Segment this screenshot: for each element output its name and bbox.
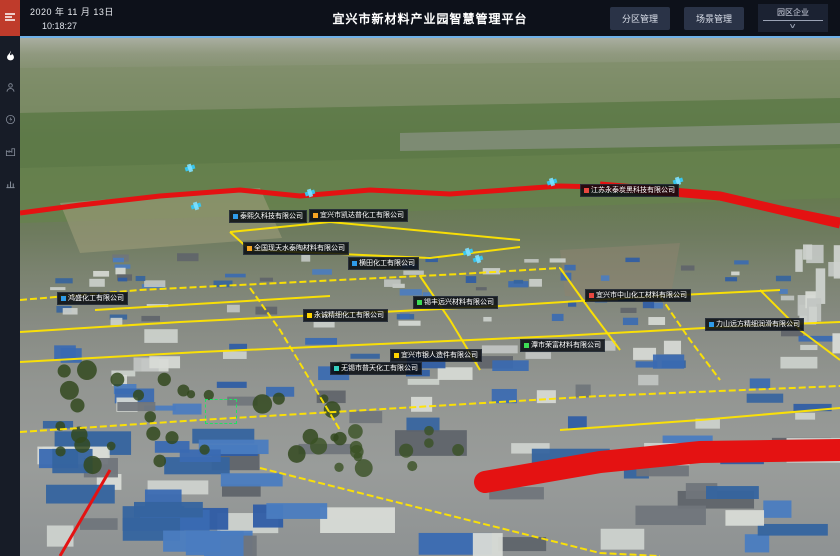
person-icon [5,82,16,93]
top-bar: 2020 年 11 月 13日 10:18:27 宜兴市新材料产业园智慧管理平台… [20,0,840,36]
enterprise-label[interactable]: 宜兴市银人造件有限公司 [390,349,482,362]
sidebar-item-fire[interactable] [0,42,20,68]
enterprise-marker-icon [709,322,714,327]
enterprise-marker-icon [313,213,318,218]
enterprise-marker-icon [417,300,422,305]
enterprise-label-text: 泰熙久科技有限公司 [240,211,303,222]
enterprise-label-text: 宜兴市凯达普化工有限公司 [320,210,404,221]
enterprise-label-text: 力山远方精细润滑有限公司 [716,319,800,330]
current-time: 10:18:27 [42,21,150,31]
current-date: 2020 年 11 月 13日 [30,5,150,18]
enterprise-label-text: 锡丰远兴材料有限公司 [424,297,494,308]
chart-icon [5,178,16,189]
sidebar-item-person[interactable] [0,74,20,100]
hamburger-icon [4,13,16,23]
enterprise-label[interactable]: 锡丰远兴材料有限公司 [413,296,498,309]
selection-box[interactable] [205,399,237,424]
enterprise-label[interactable]: 横田化工有限公司 [348,257,419,270]
enterprise-label-text: 江苏永泰炭黑科技有限公司 [591,185,675,196]
enterprise-label[interactable]: 永诚精细化工有限公司 [303,309,388,322]
enterprise-marker-icon [233,214,238,219]
enterprise-label[interactable]: 全国现天水泰陶材料有限公司 [243,242,349,255]
enterprise-label-text: 鸿盛化工有限公司 [68,293,124,304]
sidebar-item-factory[interactable] [0,138,20,164]
park-enterprise-dropdown[interactable]: 园区企业 ∨ [758,4,828,32]
dropdown-label: 园区企业 [763,7,823,21]
enterprise-label[interactable]: 潭市荣富材料有限公司 [520,339,605,352]
header-divider [20,36,840,38]
enterprise-label-text: 无锡市普天化工有限公司 [341,363,418,374]
enterprise-marker-icon [352,261,357,266]
sidebar-item-power[interactable] [0,106,20,132]
enterprise-marker-icon [589,293,594,298]
enterprise-label-text: 横田化工有限公司 [359,258,415,269]
enterprise-label[interactable]: 鸿盛化工有限公司 [57,292,128,305]
map-marker[interactable] [463,248,474,257]
map-marker[interactable] [473,255,484,264]
power-icon [5,114,16,125]
header-actions: 分区管理 场景管理 园区企业 ∨ [610,4,828,32]
enterprise-label[interactable]: 泰熙久科技有限公司 [229,210,307,223]
menu-button[interactable] [0,0,20,36]
enterprise-marker-icon [334,366,339,371]
chevron-down-icon: ∨ [789,22,797,30]
zone-manage-button[interactable]: 分区管理 [610,7,670,30]
enterprise-marker-icon [61,296,66,301]
factory-icon [5,146,16,157]
enterprise-label-text: 永诚精细化工有限公司 [314,310,384,321]
enterprise-marker-icon [524,343,529,348]
enterprise-marker-icon [247,246,252,251]
enterprise-label[interactable]: 无锡市普天化工有限公司 [330,362,422,375]
enterprise-label[interactable]: 宜兴市中山化工材料有限公司 [585,289,691,302]
enterprise-label-text: 全国现天水泰陶材料有限公司 [254,243,345,254]
datetime-panel: 2020 年 11 月 13日 10:18:27 [30,5,150,31]
enterprise-marker-icon [307,313,312,318]
enterprise-marker-icon [584,188,589,193]
enterprise-label[interactable]: 力山远方精细润滑有限公司 [705,318,804,331]
sidebar-item-chart[interactable] [0,170,20,196]
enterprise-label[interactable]: 江苏永泰炭黑科技有限公司 [580,184,679,197]
enterprise-marker-icon [394,353,399,358]
smart-park-platform: { "app": { "title": "宜兴市新材料产业园智慧管理平台" },… [0,0,840,556]
enterprise-label-text: 宜兴市中山化工材料有限公司 [596,290,687,301]
flame-icon [5,50,16,61]
left-toolbar [0,0,20,556]
map-viewport[interactable]: 泰熙久科技有限公司 宜兴市凯达普化工有限公司全国现天水泰陶材料有限公司横田化工有限… [20,38,840,556]
scene-manage-button[interactable]: 场景管理 [684,7,744,30]
enterprise-label-text: 宜兴市银人造件有限公司 [401,350,478,361]
enterprise-label[interactable]: 宜兴市凯达普化工有限公司 [309,209,408,222]
enterprise-label-text: 潭市荣富材料有限公司 [531,340,601,351]
